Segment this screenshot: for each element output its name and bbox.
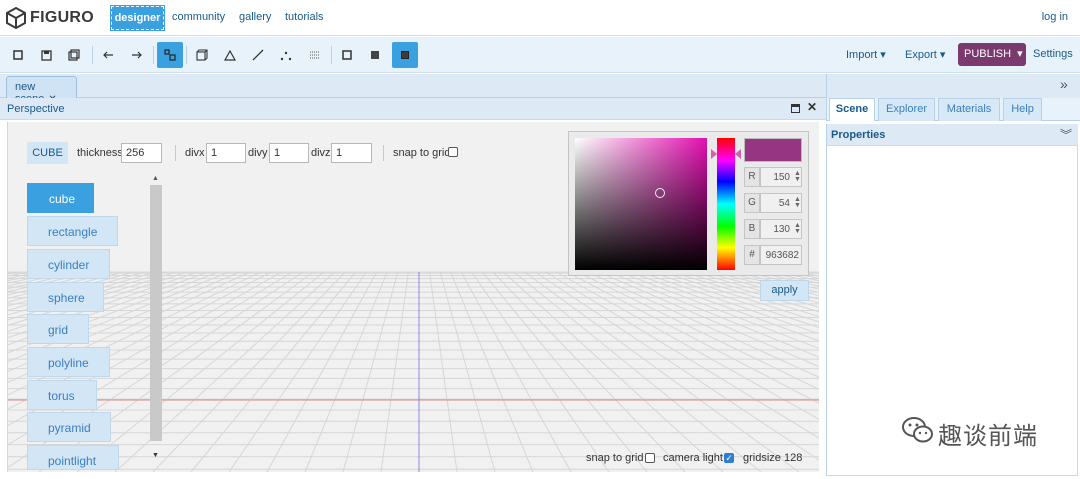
solid-square-icon[interactable] <box>362 42 388 68</box>
hue-pointer-right-icon <box>735 149 741 159</box>
divy-input[interactable]: 1 <box>269 143 309 163</box>
redo-icon[interactable] <box>124 42 150 68</box>
toolbar-divider <box>186 46 187 64</box>
settings-link[interactable]: Settings <box>1033 48 1073 60</box>
import-label: Import <box>846 49 878 61</box>
new-icon[interactable] <box>5 42 31 68</box>
pattern-icon[interactable] <box>302 42 328 68</box>
caret-down-icon: ▾ <box>880 49 886 61</box>
publish-label: PUBLISH <box>964 48 1012 60</box>
shape-item-polyline[interactable]: polyline <box>27 347 110 377</box>
scroll-up-icon[interactable]: ▲ <box>152 175 159 182</box>
nav-tutorials[interactable]: tutorials <box>285 11 324 23</box>
color-swatch <box>744 138 802 162</box>
select-icon[interactable] <box>157 42 183 68</box>
export-menu[interactable]: Export ▾ <box>905 48 945 61</box>
tab-explorer[interactable]: Explorer <box>878 98 935 121</box>
shape-item-cylinder[interactable]: cylinder <box>27 249 110 279</box>
blue-label: B <box>744 219 760 239</box>
perspective-header: Perspective ✕ <box>0 98 826 120</box>
shape-item-pointlight[interactable]: pointlight <box>27 445 119 470</box>
blue-spinner-icon[interactable]: ▲ ▼ <box>794 222 801 235</box>
green-spinner-icon[interactable]: ▲ ▼ <box>794 196 801 209</box>
nav-designer[interactable]: designer <box>110 5 165 31</box>
triangle-icon[interactable] <box>217 42 243 68</box>
panel-title: Perspective <box>7 103 65 115</box>
logo[interactable]: FIGURO <box>6 7 94 29</box>
red-label: R <box>744 167 760 187</box>
app-name: FIGURO <box>30 9 95 26</box>
hex-label: # <box>744 245 760 265</box>
apply-color-button[interactable]: apply <box>760 280 809 301</box>
watermark-text: 趣谈前端 <box>938 423 1038 450</box>
close-icon[interactable]: ✕ <box>807 100 817 114</box>
param-divider <box>175 145 176 161</box>
green-label: G <box>744 193 760 213</box>
right-panel-header <box>826 74 1080 98</box>
tab-materials[interactable]: Materials <box>938 98 1000 121</box>
toolbar: Import ▾ Export ▾ Settings <box>0 37 1080 73</box>
maximize-icon[interactable] <box>791 102 800 116</box>
viewport-snap-label: snap to grid <box>586 452 644 464</box>
scroll-down-icon[interactable]: ▼ <box>152 452 159 459</box>
camera-light-label: camera light <box>663 452 723 464</box>
nav-gallery[interactable]: gallery <box>239 11 271 23</box>
points-icon[interactable] <box>273 42 299 68</box>
chevron-double-down-icon[interactable]: ︾ <box>1060 126 1072 143</box>
divy-label: divy <box>248 147 268 159</box>
publish-button[interactable]: PUBLISH ▾ <box>958 43 1026 66</box>
tab-help[interactable]: Help <box>1003 98 1042 121</box>
document-tab-bar: new scene✕ <box>0 74 826 105</box>
color-cursor[interactable] <box>655 188 665 198</box>
figuro-logo-icon <box>6 7 26 29</box>
camera-light-checkbox[interactable]: ✓ <box>724 453 734 463</box>
divz-input[interactable]: 1 <box>331 143 372 163</box>
shape-item-pyramid[interactable]: pyramid <box>27 412 111 442</box>
red-spinner-icon[interactable]: ▲ ▼ <box>794 170 801 183</box>
viewport-snap-checkbox[interactable] <box>645 453 655 463</box>
tab-new-scene[interactable]: new scene✕ <box>6 76 77 105</box>
properties-title: Properties <box>831 129 886 141</box>
toolbar-divider <box>92 46 93 64</box>
save-as-icon[interactable] <box>61 42 87 68</box>
top-nav: FIGURO designer community gallery tutori… <box>0 0 1080 36</box>
import-menu[interactable]: Import ▾ <box>846 48 886 61</box>
line-icon[interactable] <box>245 42 271 68</box>
collapse-panel-icon[interactable]: » <box>1060 76 1068 92</box>
wechat-icon <box>902 417 933 443</box>
gridsize-label: gridsize 128 <box>743 452 803 464</box>
toolbar-divider <box>331 46 332 64</box>
login-link[interactable]: log in <box>1042 11 1068 23</box>
caret-down-icon: ▾ <box>1017 48 1023 60</box>
shape-item-grid[interactable]: grid <box>27 314 89 344</box>
shape-item-rectangle[interactable]: rectangle <box>27 216 118 246</box>
shape-item-torus[interactable]: torus <box>27 380 97 410</box>
export-label: Export <box>905 49 937 61</box>
tab-scene[interactable]: Scene <box>829 98 875 121</box>
save-icon[interactable] <box>33 42 59 68</box>
shape-item-sphere[interactable]: sphere <box>27 282 104 312</box>
shape-item-cube[interactable]: cube <box>27 183 94 213</box>
divx-label: divx <box>185 147 205 159</box>
toolbar-divider <box>153 46 154 64</box>
textured-square-icon[interactable] <box>392 42 418 68</box>
hex-input[interactable]: 963682 <box>760 245 802 265</box>
thickness-input[interactable]: 256 <box>121 143 162 163</box>
hue-slider[interactable] <box>717 138 735 270</box>
wire-square-icon[interactable] <box>334 42 360 68</box>
param-divider <box>383 145 384 161</box>
divx-input[interactable]: 1 <box>206 143 246 163</box>
caret-down-icon: ▾ <box>939 49 946 61</box>
saturation-value-area[interactable] <box>575 138 707 270</box>
divz-label: divz <box>311 147 331 159</box>
nav-community[interactable]: community <box>172 11 225 23</box>
thickness-label: thickness <box>77 147 123 159</box>
snap-to-grid-label: snap to grid <box>393 147 451 159</box>
cube-outline-icon[interactable] <box>189 42 215 68</box>
snap-to-grid-checkbox[interactable] <box>448 147 458 157</box>
undo-icon[interactable] <box>95 42 121 68</box>
shape-type-badge: CUBE <box>27 142 68 164</box>
shape-list-scrollbar[interactable] <box>150 185 162 441</box>
